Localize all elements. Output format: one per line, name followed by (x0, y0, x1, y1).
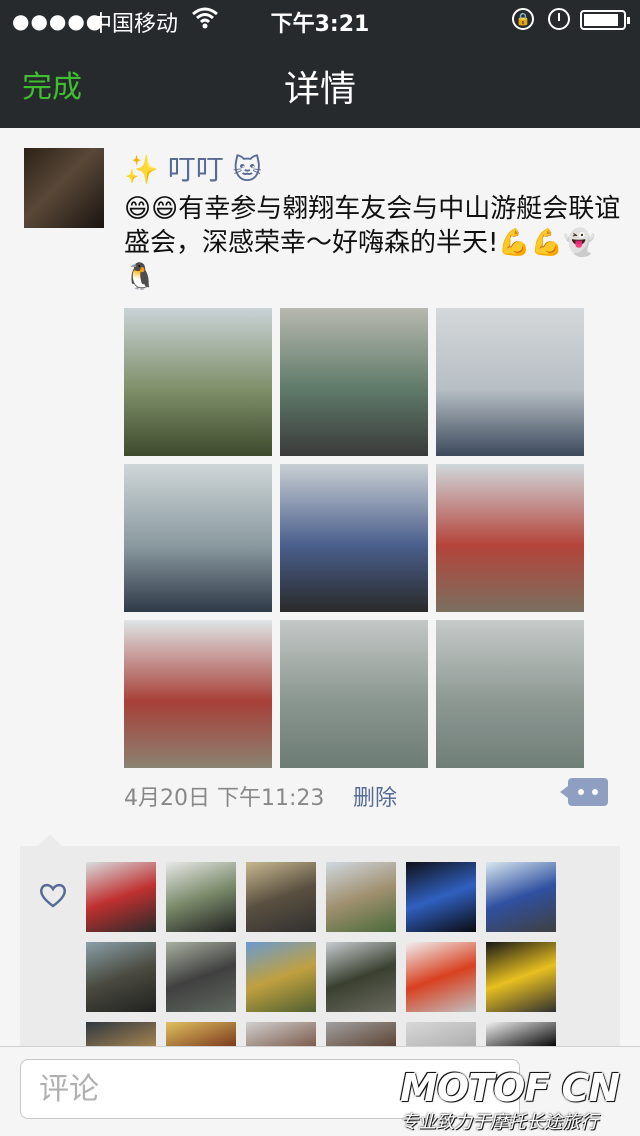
watermark-slogan: 专业致力于摩托长途旅行 (400, 1112, 598, 1133)
river-photo-1[interactable] (280, 620, 428, 768)
dot-icon (578, 789, 584, 795)
motorcycle-photo[interactable] (280, 308, 428, 456)
rider-photo[interactable] (124, 620, 272, 768)
author-avatar[interactable] (24, 148, 104, 228)
alarm-icon (548, 8, 570, 30)
river-photo-2[interactable] (436, 620, 584, 768)
page-title: 详情 (283, 69, 356, 110)
liker-avatar-11[interactable] (406, 942, 476, 1012)
status-bar: ●●●●● 中国移动 下午3:21 🔒 (0, 0, 640, 40)
liker-avatar-8[interactable] (166, 942, 236, 1012)
liker-avatar-4[interactable] (326, 862, 396, 932)
delete-button[interactable]: 删除 (353, 780, 397, 812)
top-bar: ●●●●● 中国移动 下午3:21 🔒 完成 详情 (0, 0, 640, 128)
liker-avatar-5[interactable] (406, 862, 476, 932)
watermark-brand: MOTOF CN (400, 1066, 620, 1110)
comment-menu-icon[interactable] (560, 778, 608, 806)
post-timestamp: 4月20日 下午11:23 (124, 786, 325, 811)
likes-panel (20, 834, 620, 1092)
liker-avatar-9[interactable] (246, 942, 316, 1012)
liker-avatar-3[interactable] (246, 862, 316, 932)
dot-icon (592, 789, 598, 795)
battery-icon (580, 10, 630, 30)
watermark-logo: MOTOF CN 专业致力于摩托长途旅行 (400, 1066, 636, 1133)
post-text: 😄😄有幸参与翱翔车友会与中山游艇会联谊盛会，深感荣幸～好嗨森的半天!💪💪👻🐧 (124, 194, 621, 292)
liker-avatar-1[interactable] (86, 862, 156, 932)
liker-avatar-2[interactable] (166, 862, 236, 932)
liker-avatar-6[interactable] (486, 862, 556, 932)
red-motorcycle-photo[interactable] (436, 464, 584, 612)
jetski-photo[interactable] (124, 464, 272, 612)
lifejacket-photo[interactable] (280, 464, 428, 612)
group-photo[interactable] (124, 308, 272, 456)
liker-avatar-10[interactable] (326, 942, 396, 1012)
photo-grid (124, 308, 584, 768)
rotation-lock-icon: 🔒 (512, 8, 534, 30)
status-time: 下午3:21 (270, 12, 370, 37)
author-name[interactable]: ✨ 叮叮 🐱 (124, 148, 262, 188)
liker-avatar-7[interactable] (86, 942, 156, 1012)
bridge-boat-photo[interactable] (436, 308, 584, 456)
heart-icon (40, 883, 66, 908)
liker-avatar-12[interactable] (486, 942, 556, 1012)
